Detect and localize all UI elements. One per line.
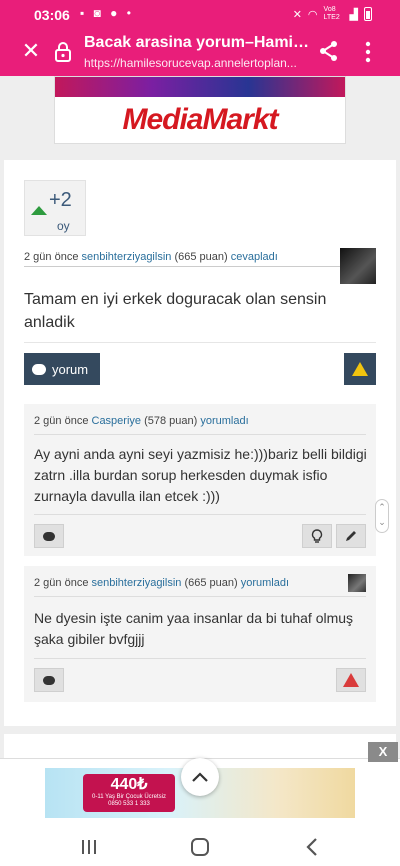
reply-comment-button[interactable]: [34, 668, 64, 692]
page-url[interactable]: https://hamilesorucevap.annelertoplan...: [84, 56, 309, 70]
status-right-icons: ✕ ◠ Vo8 LTE2 ▟: [293, 6, 372, 22]
comment-text: Ay ayni anda ayni seyi yazmisiz he:)))ba…: [34, 446, 367, 504]
comment-item: 2 gün önce Casperiye (578 puan) yorumlad…: [24, 404, 376, 556]
url-bar: ✕ Bacak arasina yorum–Hamil... https://h…: [0, 30, 400, 76]
mute-icon: ✕: [292, 8, 302, 21]
recent-apps-icon[interactable]: [80, 838, 98, 856]
signal-icon: ▟: [349, 8, 358, 21]
lightbulb-icon: [311, 528, 323, 543]
report-button[interactable]: [344, 353, 376, 385]
edit-button[interactable]: [336, 524, 366, 548]
scroll-handle[interactable]: ⌃ ⌄: [375, 499, 389, 533]
chevron-up-icon: [192, 772, 208, 782]
warning-icon: [352, 362, 368, 376]
comment-button[interactable]: yorum: [24, 353, 100, 385]
comment-action-link[interactable]: yorumladı: [241, 577, 289, 589]
avatar[interactable]: [348, 574, 366, 592]
answer-meta: 2 gün önce senbihterziyagilsin (665 puan…: [24, 251, 278, 263]
comment-points: (665 puan): [184, 577, 238, 589]
home-icon[interactable]: [191, 838, 209, 856]
comment-points: (578 puan): [144, 415, 198, 427]
comment-meta: 2 gün önce Casperiye (578 puan) yorumlad…: [34, 415, 249, 427]
browser-topbar: 03:06 ▪ ◙ ● • ✕ ◠ Vo8 LTE2 ▟ ✕ Bacak ara…: [0, 0, 400, 76]
comment-divider: [34, 658, 366, 659]
comment-meta: 2 gün önce senbihterziyagilsin (665 puan…: [34, 577, 289, 589]
comment-time: 2 gün önce: [34, 577, 89, 589]
system-nav-bar: [0, 828, 400, 866]
comment-bubble-icon: [43, 675, 55, 685]
comment-meta-divider: [34, 434, 366, 435]
comment-time: 2 gün önce: [34, 415, 89, 427]
ad-promo-line: 0-11 Yaş Bir Çocuk Ücretsiz: [91, 794, 167, 800]
battery-icon: [364, 7, 372, 21]
comment-action-link[interactable]: yorumladı: [200, 415, 248, 427]
ad-brand-logo: MediaMarkt: [122, 103, 278, 136]
wifi-icon: ◠: [307, 8, 318, 21]
vote-box: +2 oy: [24, 180, 86, 236]
avatar[interactable]: [340, 248, 376, 284]
comment-meta-divider: [34, 596, 366, 597]
comment-text: Ne dyesin işte canim yaa insanlar da bi …: [34, 610, 354, 647]
answer-author-link[interactable]: senbihterziyagilsin: [82, 251, 172, 263]
reply-comment-button[interactable]: [34, 524, 64, 548]
answer-text: Tamam en iyi erkek doguracak olan sensin…: [24, 291, 327, 331]
comment-button-label: yorum: [52, 361, 89, 377]
comment-author-link[interactable]: senbihterziyagilsin: [92, 577, 182, 589]
comment-item: 2 gün önce senbihterziyagilsin (665 puan…: [24, 566, 376, 702]
comment-bubble-icon: [43, 531, 55, 541]
report-comment-button[interactable]: [336, 668, 366, 692]
comment-divider: [34, 514, 366, 515]
vote-score: +2: [49, 189, 72, 211]
answer-action-link[interactable]: cevapladı: [231, 251, 278, 263]
ad-close-button[interactable]: X: [368, 742, 398, 762]
back-icon[interactable]: [304, 837, 320, 857]
comment-bubble-icon: [32, 363, 46, 375]
ad-phone: 0850 533 1 333: [108, 801, 150, 807]
more-menu-icon[interactable]: [360, 40, 376, 64]
hint-button[interactable]: [302, 524, 332, 548]
ad-collapse-button[interactable]: [181, 758, 219, 796]
network-label: Vo8 LTE2: [323, 6, 340, 21]
pencil-icon: [346, 531, 356, 541]
upvote-arrow-icon[interactable]: [31, 206, 47, 215]
share-icon[interactable]: [318, 40, 340, 62]
status-time: 03:06: [34, 7, 70, 23]
ad-image-strip: [55, 77, 345, 97]
lock-icon[interactable]: [54, 42, 72, 62]
ad-promo-box: 440₺ 0-11 Yaş Bir Çocuk Ücretsiz 0850 53…: [83, 774, 175, 812]
close-tab-icon[interactable]: ✕: [20, 40, 42, 62]
warning-icon: [343, 673, 359, 687]
answer-time: 2 gün önce: [24, 251, 79, 263]
comment-author-link[interactable]: Casperiye: [92, 415, 142, 427]
notification-icons: ▪ ◙ ● •: [80, 6, 134, 20]
ad-promo-price: 440₺: [110, 776, 148, 793]
status-bar: 03:06 ▪ ◙ ● • ✕ ◠ Vo8 LTE2 ▟: [0, 0, 400, 30]
answer-divider: [24, 342, 376, 343]
answer-points: (665 puan): [174, 251, 228, 263]
page-title: Bacak arasina yorum–Hamil...: [84, 34, 309, 51]
top-ad-banner[interactable]: MediaMarkt: [54, 76, 346, 144]
vote-label: oy: [57, 219, 70, 233]
answer-card: +2 oy 2 gün önce senbihterziyagilsin (66…: [4, 160, 396, 726]
meta-divider: [24, 266, 360, 267]
